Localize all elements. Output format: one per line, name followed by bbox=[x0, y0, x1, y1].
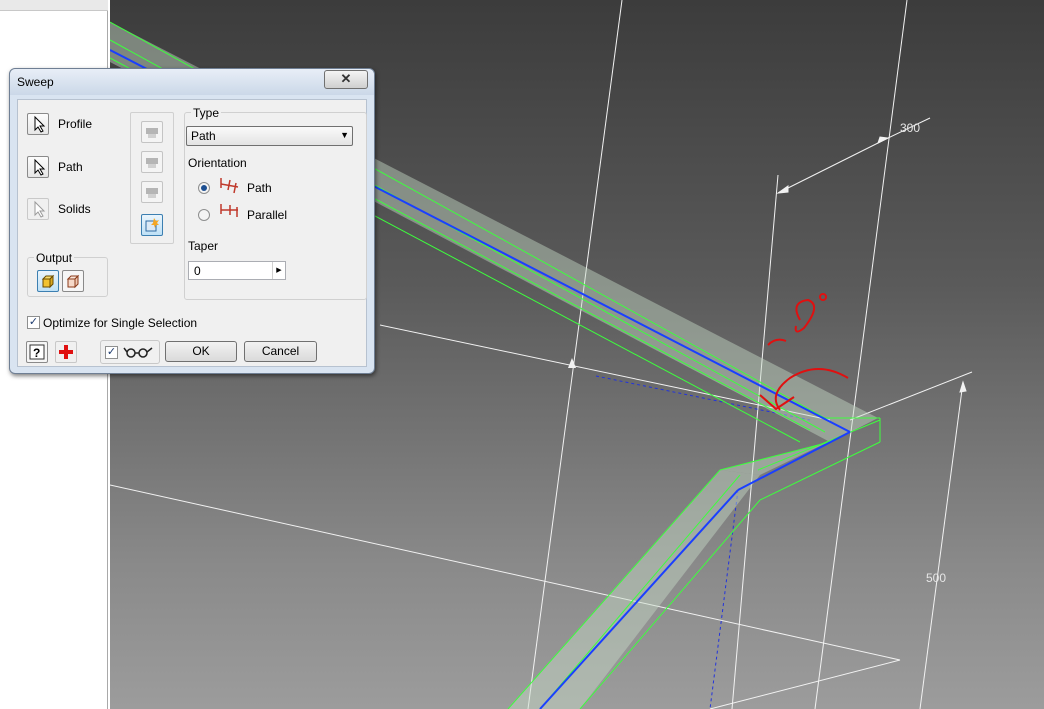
glasses-icon bbox=[123, 347, 153, 358]
help-icon: ? bbox=[29, 344, 45, 360]
type-label: Type bbox=[191, 106, 222, 120]
optimize-checkbox[interactable]: ✓ bbox=[27, 316, 40, 329]
dialog-title: Sweep bbox=[17, 75, 54, 89]
svg-text:?: ? bbox=[33, 346, 40, 360]
intersect-button[interactable] bbox=[141, 181, 163, 203]
cancel-button[interactable]: Cancel bbox=[244, 341, 317, 362]
surface-cube-icon bbox=[66, 274, 80, 289]
orientation-parallel-radio[interactable] bbox=[198, 209, 210, 221]
path-select-button[interactable] bbox=[27, 156, 49, 178]
dialog-body: Profile Path Solids Output Type Path ▼ O… bbox=[17, 99, 367, 367]
path-orientation-icon bbox=[220, 178, 239, 194]
new-solid-icon bbox=[145, 218, 159, 232]
type-select[interactable]: Path ▼ bbox=[186, 126, 353, 146]
plus-icon bbox=[59, 345, 73, 359]
chevron-right-icon[interactable]: ▶ bbox=[272, 262, 285, 279]
browser-panel-header bbox=[0, 0, 108, 11]
sweep-dialog: Sweep ✕ Profile Path Solids Output Type … bbox=[9, 68, 375, 374]
solids-select-button[interactable] bbox=[27, 198, 49, 220]
output-surface-button[interactable] bbox=[62, 270, 84, 292]
solids-label: Solids bbox=[58, 202, 91, 216]
profile-select-button[interactable] bbox=[27, 113, 49, 135]
close-icon: ✕ bbox=[340, 71, 352, 86]
dimension-300[interactable]: 300 bbox=[900, 121, 920, 135]
cursor-arrow-icon bbox=[34, 200, 46, 218]
dimension-500[interactable]: 500 bbox=[926, 571, 946, 585]
cursor-arrow-icon bbox=[34, 158, 46, 176]
orientation-parallel-label: Parallel bbox=[247, 208, 288, 222]
path-label: Path bbox=[58, 160, 83, 174]
orientation-label: Orientation bbox=[188, 156, 247, 170]
taper-value: 0 bbox=[194, 264, 201, 278]
cursor-arrow-icon bbox=[34, 115, 46, 133]
optimize-label: Optimize for Single Selection bbox=[43, 316, 198, 330]
intersect-icon bbox=[146, 188, 158, 198]
taper-input[interactable]: 0 ▶ bbox=[188, 261, 286, 280]
output-solid-button[interactable] bbox=[37, 270, 59, 292]
close-button[interactable]: ✕ bbox=[324, 70, 368, 89]
new-solid-button[interactable] bbox=[141, 214, 163, 236]
help-button[interactable]: ? bbox=[26, 341, 48, 363]
join-icon bbox=[146, 128, 158, 138]
parallel-orientation-icon bbox=[220, 204, 238, 217]
taper-label: Taper bbox=[188, 239, 219, 253]
join-button[interactable] bbox=[141, 121, 163, 143]
type-select-value: Path bbox=[191, 129, 216, 143]
solid-cube-icon bbox=[41, 274, 55, 289]
ok-button[interactable]: OK bbox=[165, 341, 237, 362]
add-button[interactable] bbox=[55, 341, 77, 363]
output-label: Output bbox=[34, 251, 75, 265]
orientation-path-radio[interactable] bbox=[198, 182, 210, 194]
orientation-path-label: Path bbox=[247, 181, 272, 195]
dimension-arrows bbox=[776, 136, 967, 393]
preview-checkbox[interactable]: ✓ bbox=[105, 346, 118, 359]
chevron-down-icon: ▼ bbox=[340, 130, 349, 140]
dialog-titlebar[interactable]: Sweep ✕ bbox=[10, 69, 374, 95]
cut-button[interactable] bbox=[141, 151, 163, 173]
profile-label: Profile bbox=[58, 117, 93, 131]
operation-group bbox=[130, 112, 174, 244]
cut-icon bbox=[146, 158, 158, 168]
